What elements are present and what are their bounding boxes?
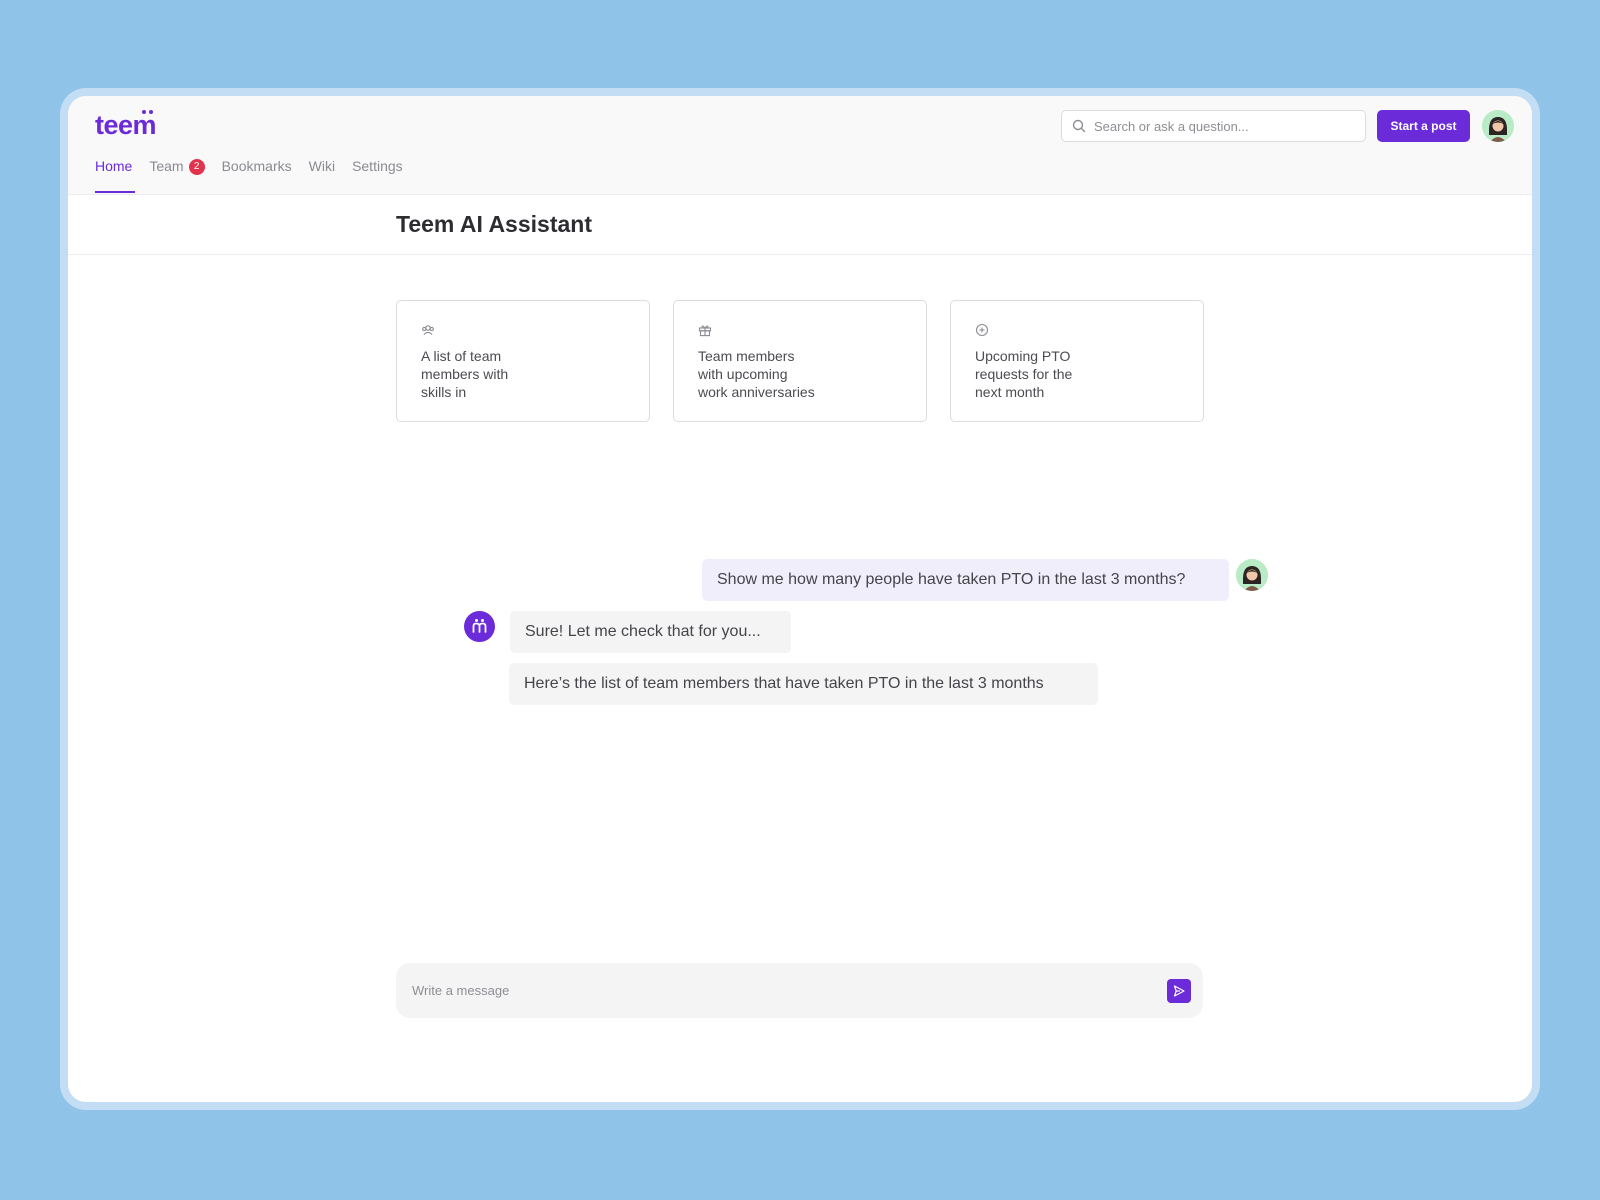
top-bar: teem Home Team 2 Bookmarks Wiki Settings	[68, 96, 1532, 195]
nav-bookmarks[interactable]: Bookmarks	[222, 158, 292, 193]
avatar-portrait-icon	[1482, 110, 1514, 142]
nav-team[interactable]: Team 2	[149, 158, 205, 193]
start-post-button[interactable]: Start a post	[1377, 110, 1470, 142]
user-avatar	[1236, 559, 1268, 591]
send-button[interactable]	[1167, 978, 1191, 1003]
message-input[interactable]	[412, 983, 1167, 998]
nav-home[interactable]: Home	[95, 158, 136, 193]
send-icon	[1173, 984, 1185, 997]
assistant-message: Sure! Let me check that for you...	[510, 611, 791, 653]
assistant-message: Here’s the list of team members that hav…	[509, 663, 1098, 705]
nav-bookmarks-label: Bookmarks	[221, 158, 292, 174]
main-nav: Home Team 2 Bookmarks Wiki Settings	[95, 158, 403, 193]
suggestion-text: Team members with upcoming work annivers…	[698, 348, 815, 400]
suggestion-text: A list of team members with skills in	[421, 348, 509, 400]
nav-settings[interactable]: Settings	[352, 158, 403, 193]
nav-team-label: Team	[149, 158, 184, 174]
avatar-portrait-icon	[1236, 559, 1268, 591]
search-box	[1061, 110, 1366, 142]
team-notification-badge: 2	[188, 159, 205, 175]
nav-wiki[interactable]: Wiki	[309, 158, 335, 193]
search-icon	[1072, 119, 1086, 133]
assistant-avatar	[464, 611, 495, 642]
suggestion-card-anniversaries[interactable]: Team members with upcoming work annivers…	[673, 300, 927, 422]
plus-circle-icon	[975, 323, 989, 337]
nav-wiki-label: Wiki	[308, 158, 336, 174]
logo-dots	[142, 110, 154, 115]
suggestion-cards: A list of team members with skills in Te…	[396, 300, 1204, 422]
gift-icon	[698, 325, 712, 337]
title-bar: Teem AI Assistant	[68, 195, 1532, 255]
suggestion-text: Upcoming PTO requests for the next month	[975, 348, 1073, 400]
teem-logo-icon	[472, 619, 487, 633]
nav-home-label: Home	[95, 158, 133, 174]
profile-avatar[interactable]	[1482, 110, 1514, 142]
search-input[interactable]	[1094, 118, 1344, 134]
app-window: teem Home Team 2 Bookmarks Wiki Settings	[68, 96, 1532, 1102]
page-title: Teem AI Assistant	[396, 211, 592, 237]
suggestion-card-pto[interactable]: Upcoming PTO requests for the next month	[950, 300, 1204, 422]
message-composer	[396, 963, 1203, 1018]
suggestion-card-skills[interactable]: A list of team members with skills in	[396, 300, 650, 422]
user-message: Show me how many people have taken PTO i…	[702, 559, 1229, 601]
logo[interactable]: teem	[95, 110, 157, 141]
nav-settings-label: Settings	[352, 158, 403, 174]
people-icon	[422, 325, 434, 335]
